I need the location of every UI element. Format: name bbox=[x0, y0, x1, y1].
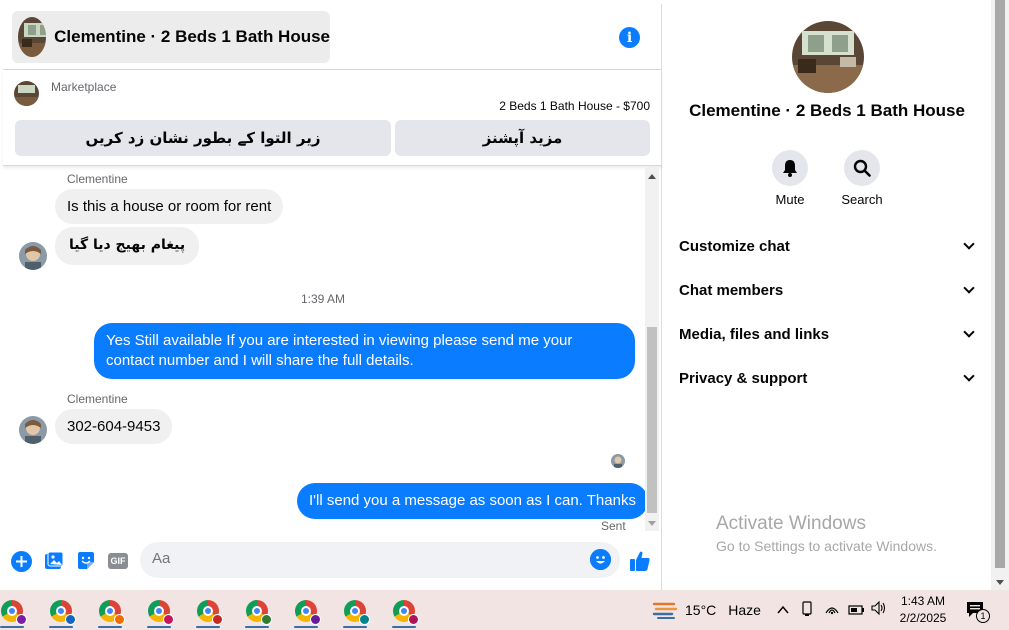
weather-description: Haze bbox=[728, 602, 761, 618]
notification-center-icon[interactable]: 1 bbox=[966, 600, 990, 623]
listing-thumbnail-small[interactable] bbox=[14, 81, 39, 106]
taskbar-app-chrome[interactable] bbox=[339, 594, 371, 628]
incoming-message[interactable]: 302-604-9453 bbox=[55, 409, 173, 444]
taskbar-app-chrome[interactable] bbox=[290, 594, 322, 628]
taskbar-app-chrome[interactable] bbox=[388, 594, 420, 628]
scrollbar-thumb[interactable] bbox=[647, 327, 657, 513]
page-scroll-down-arrow[interactable] bbox=[996, 580, 1004, 585]
scroll-up-arrow[interactable] bbox=[648, 174, 656, 179]
taskbar-app-chrome[interactable] bbox=[94, 594, 126, 628]
message-composer: GIF bbox=[3, 536, 662, 586]
listing-thumbnail bbox=[18, 17, 47, 57]
thumbs-up-icon[interactable] bbox=[629, 550, 651, 572]
conversation-title-button[interactable]: Clementine · 2 Beds 1 Bath House bbox=[12, 11, 330, 63]
timestamp-separator: 1:39 AM bbox=[300, 292, 346, 306]
weather-widget[interactable]: 15°C Haze bbox=[652, 600, 761, 620]
section-chat-members[interactable]: Chat members bbox=[679, 275, 979, 305]
avatar[interactable] bbox=[19, 416, 47, 444]
scroll-down-arrow[interactable] bbox=[648, 521, 656, 526]
outgoing-message[interactable]: I'll send you a message as soon as I can… bbox=[297, 483, 648, 519]
search-label: Search bbox=[841, 192, 883, 207]
sender-name: Clementine bbox=[67, 392, 128, 406]
incoming-message[interactable]: Is this a house or room for rent bbox=[55, 189, 284, 224]
page-scrollbar[interactable] bbox=[991, 0, 1009, 590]
section-privacy-support[interactable]: Privacy & support bbox=[679, 363, 979, 393]
profile-name: Clementine · 2 Beds 1 Bath House bbox=[689, 101, 965, 120]
chrome-icon bbox=[1, 600, 27, 625]
chrome-icon bbox=[246, 600, 272, 625]
section-customize-chat[interactable]: Customize chat bbox=[679, 231, 979, 261]
chrome-icon bbox=[148, 600, 174, 625]
volume-icon[interactable] bbox=[871, 600, 888, 618]
search-icon bbox=[844, 150, 880, 186]
gif-label: GIF bbox=[108, 553, 128, 569]
taskbar-app-chrome[interactable] bbox=[143, 594, 175, 628]
clock-time: 1:43 AM bbox=[900, 594, 946, 608]
marketplace-banner: Marketplace 2 Beds 1 Bath House - $700 ز… bbox=[3, 70, 662, 166]
section-label: Customize chat bbox=[679, 237, 790, 255]
profile-picture[interactable] bbox=[792, 21, 864, 93]
outgoing-message[interactable]: Yes Still available If you are intereste… bbox=[94, 323, 635, 379]
listing-price[interactable]: 2 Beds 1 Bath House - $700 bbox=[499, 99, 650, 113]
chevron-up-icon[interactable] bbox=[777, 603, 789, 618]
chrome-icon bbox=[197, 600, 223, 625]
activation-watermark-title: Activate Windows bbox=[716, 513, 866, 534]
seen-indicator-avatar bbox=[611, 454, 625, 468]
system-clock[interactable]: 1:43 AM 2/2/2025 bbox=[890, 593, 956, 627]
battery-icon[interactable] bbox=[848, 603, 865, 618]
search-button[interactable]: Search bbox=[832, 150, 892, 207]
chat-column: Clementine · 2 Beds 1 Bath House i Marke… bbox=[3, 4, 662, 590]
message-list[interactable]: Clementine Is this a house or room for r… bbox=[3, 167, 662, 531]
mark-as-pending-button[interactable]: زیر التوا کے بطور نشان زد کریں bbox=[15, 120, 391, 156]
chrome-icon bbox=[295, 600, 321, 625]
chevron-down-icon bbox=[963, 326, 975, 338]
section-label: Media, files and links bbox=[679, 325, 830, 343]
chevron-down-icon bbox=[963, 238, 975, 250]
sender-name: Clementine bbox=[67, 172, 128, 186]
chat-header: Clementine · 2 Beds 1 Bath House i bbox=[3, 4, 662, 70]
taskbar-app-chrome[interactable] bbox=[45, 594, 77, 628]
clock-date: 2/2/2025 bbox=[899, 611, 947, 625]
section-media-files-links[interactable]: Media, files and links bbox=[679, 319, 979, 349]
page-scrollbar-thumb[interactable] bbox=[995, 0, 1005, 568]
section-label: Chat members bbox=[679, 281, 784, 299]
message-input[interactable] bbox=[152, 550, 572, 567]
notification-badge: 1 bbox=[976, 609, 990, 623]
mute-label: Mute bbox=[775, 192, 805, 207]
chevron-down-icon bbox=[963, 282, 975, 294]
taskbar-app-chrome[interactable] bbox=[241, 594, 273, 628]
device-icon[interactable] bbox=[800, 601, 814, 620]
incoming-message[interactable]: پیغام بھیج دیا گیا bbox=[55, 227, 200, 265]
avatar[interactable] bbox=[19, 242, 47, 270]
chrome-icon bbox=[50, 600, 76, 625]
taskbar: 15°C Haze 1:43 AM 2/2/2025 1 bbox=[0, 590, 1009, 630]
conversation-info-icon[interactable]: i bbox=[619, 27, 640, 48]
taskbar-app-chrome[interactable] bbox=[0, 594, 28, 628]
chrome-icon bbox=[99, 600, 125, 625]
messenger-window: Clementine · 2 Beds 1 Bath House i Marke… bbox=[0, 0, 1009, 630]
emoji-icon[interactable] bbox=[590, 549, 611, 570]
conversation-info-panel: Clementine · 2 Beds 1 Bath House Mute Se… bbox=[663, 4, 991, 590]
activation-watermark-subtitle: Go to Settings to activate Windows. bbox=[716, 538, 937, 554]
photo-icon[interactable] bbox=[43, 550, 65, 572]
conversation-title: Clementine · 2 Beds 1 Bath House bbox=[54, 27, 330, 46]
more-options-button[interactable]: مزید آپشنز bbox=[395, 120, 650, 156]
wifi-icon[interactable] bbox=[824, 601, 840, 618]
taskbar-app-chrome[interactable] bbox=[192, 594, 224, 628]
bell-icon bbox=[772, 150, 808, 186]
gif-icon[interactable]: GIF bbox=[107, 550, 129, 572]
sticker-icon[interactable] bbox=[75, 550, 97, 572]
chrome-icon bbox=[344, 600, 370, 625]
marketplace-label: Marketplace bbox=[51, 80, 117, 94]
message-input-container[interactable] bbox=[140, 542, 620, 578]
delivery-status: Sent bbox=[601, 519, 626, 531]
haze-icon bbox=[652, 602, 678, 619]
add-icon[interactable] bbox=[10, 550, 32, 572]
chevron-down-icon bbox=[963, 370, 975, 382]
weather-temperature: 15°C bbox=[685, 602, 717, 618]
chrome-icon bbox=[393, 600, 419, 625]
section-label: Privacy & support bbox=[679, 369, 808, 387]
mute-button[interactable]: Mute bbox=[760, 150, 820, 207]
message-list-scrollbar[interactable] bbox=[645, 167, 659, 531]
